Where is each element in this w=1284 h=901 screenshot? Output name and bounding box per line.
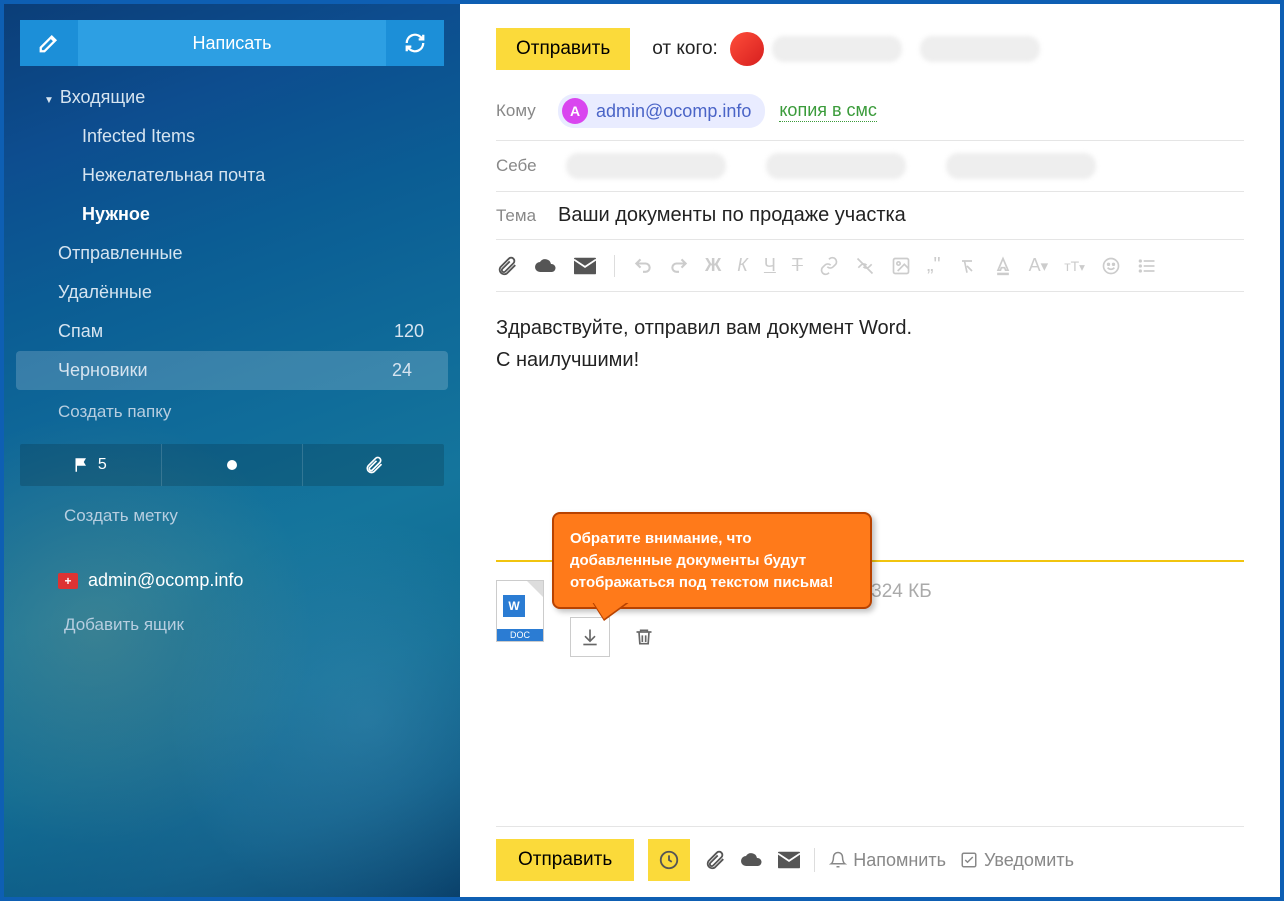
refresh-button[interactable]	[386, 20, 444, 66]
delete-attachment-button[interactable]	[624, 617, 664, 657]
tag-bar: 5	[20, 444, 444, 486]
font-icon[interactable]: A▾	[1029, 255, 1049, 276]
schedule-button[interactable]	[648, 839, 690, 881]
account-icon: +	[58, 573, 78, 589]
compose-pane: Отправить от кого: Кому А admin@ocomp.in…	[460, 4, 1280, 897]
create-tag-link[interactable]: Создать метку	[4, 496, 460, 536]
folder-infected[interactable]: Infected Items	[4, 117, 460, 156]
attach-tag[interactable]	[303, 444, 444, 486]
compose-button[interactable]: Написать	[78, 20, 386, 66]
send-button-bottom[interactable]: Отправить	[496, 839, 634, 881]
folder-junk[interactable]: Нежелательная почта	[4, 156, 460, 195]
from-avatar	[730, 32, 764, 66]
notify-button[interactable]: Уведомить	[960, 850, 1074, 871]
flag-tag[interactable]: 5	[20, 444, 162, 486]
subject-label: Тема	[496, 206, 558, 226]
link-icon[interactable]	[819, 256, 839, 276]
font-size-icon[interactable]: тТ▾	[1064, 258, 1085, 274]
doc-label: DOC	[497, 629, 543, 641]
image-icon[interactable]	[891, 256, 911, 276]
folder-deleted[interactable]: Удалённые	[4, 273, 460, 312]
from-label: от кого:	[652, 38, 718, 60]
bold-icon[interactable]: Ж	[705, 255, 721, 276]
annotation-callout: Обратите внимание, что добавленные докум…	[552, 512, 872, 609]
underline-icon[interactable]: Ч	[764, 255, 776, 276]
folder-spam[interactable]: Спам120	[4, 312, 460, 351]
recipient-chip[interactable]: А admin@ocomp.info	[558, 94, 765, 128]
attach-icon[interactable]	[496, 255, 518, 277]
recipient-avatar: А	[562, 98, 588, 124]
add-account-link[interactable]: Добавить ящик	[4, 607, 460, 643]
attach-icon-bottom[interactable]	[704, 849, 726, 871]
chevron-down-icon: ▼	[44, 95, 54, 106]
from-name-redacted	[772, 36, 902, 62]
sidebar: Написать ▼Входящие Infected Items Нежела…	[4, 4, 460, 897]
editor-toolbar: Ж К Ч Т „" A▾ тТ▾	[496, 240, 1244, 292]
compose-icon-button[interactable]	[20, 20, 78, 66]
list-icon[interactable]	[1137, 256, 1157, 276]
to-label: Кому	[496, 101, 558, 121]
folder-important[interactable]: Нужное	[4, 195, 460, 234]
mail-icon-bottom[interactable]	[778, 851, 800, 869]
cloud-icon[interactable]	[534, 256, 558, 276]
account-item[interactable]: + admin@ocomp.info	[4, 554, 460, 607]
bottom-bar: Отправить Напомнить Уведомить	[496, 826, 1244, 897]
self-redacted-1	[566, 153, 726, 179]
dot-tag[interactable]	[162, 444, 304, 486]
redo-icon[interactable]	[669, 256, 689, 276]
mail-icon[interactable]	[574, 257, 596, 275]
self-redacted-3	[946, 153, 1096, 179]
emoji-icon[interactable]	[1101, 256, 1121, 276]
cloud-icon-bottom[interactable]	[740, 850, 764, 870]
folder-sent[interactable]: Отправленные	[4, 234, 460, 273]
create-folder-link[interactable]: Создать папку	[4, 390, 460, 434]
undo-icon[interactable]	[633, 256, 653, 276]
unlink-icon[interactable]	[855, 256, 875, 276]
text-color-icon[interactable]	[993, 256, 1013, 276]
clear-format-icon[interactable]	[957, 256, 977, 276]
recipient-email: admin@ocomp.info	[596, 101, 751, 122]
sms-copy-link[interactable]: копия в смс	[779, 100, 877, 122]
send-button-top[interactable]: Отправить	[496, 28, 630, 70]
quote-icon[interactable]: „"	[927, 254, 941, 277]
italic-icon[interactable]: К	[737, 255, 748, 276]
self-label: Себе	[496, 156, 558, 176]
subject-input[interactable]	[558, 204, 1244, 227]
strike-icon[interactable]: Т	[792, 255, 803, 276]
self-redacted-2	[766, 153, 906, 179]
remind-button[interactable]: Напомнить	[829, 850, 946, 871]
folder-drafts[interactable]: Черновики24	[16, 351, 448, 390]
word-icon: W	[503, 595, 525, 617]
folder-inbox[interactable]: ▼Входящие	[4, 78, 460, 117]
from-email-redacted	[920, 36, 1040, 62]
attachment-thumbnail[interactable]: W DOC	[496, 580, 544, 642]
